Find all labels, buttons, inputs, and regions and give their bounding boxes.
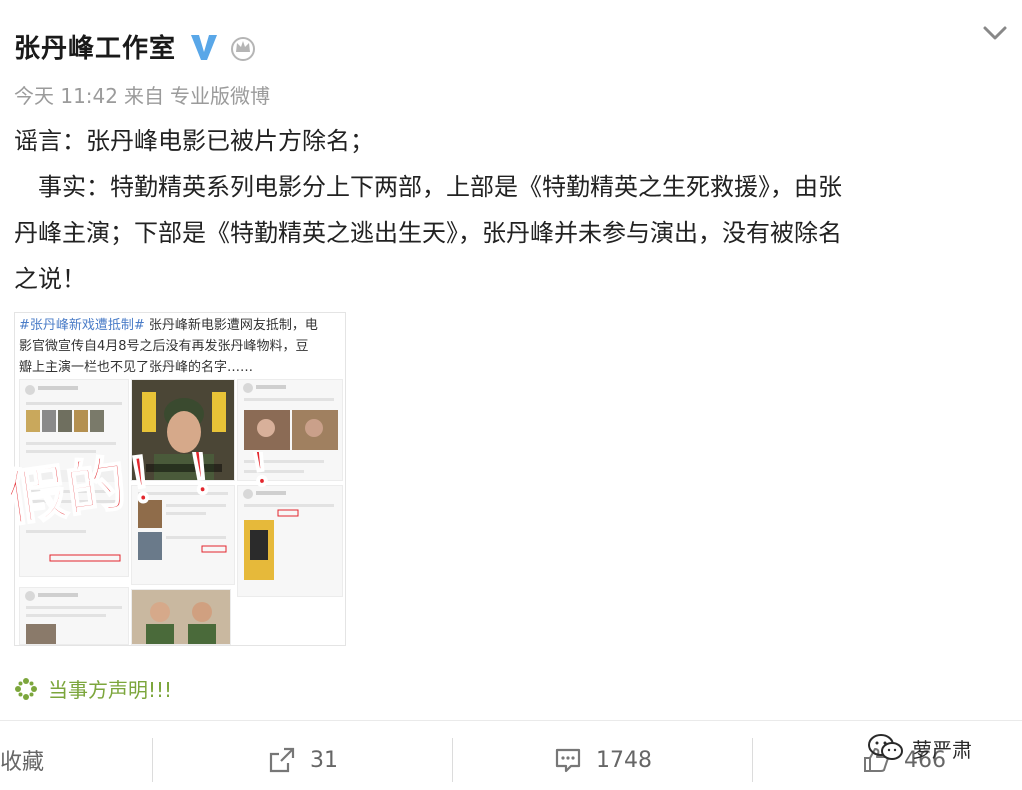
watermark-label: 萝严肃: [912, 737, 972, 762]
screenshot-thumb: [131, 589, 231, 645]
divider: [152, 738, 153, 782]
comment-count: 1748: [596, 747, 652, 773]
comment-icon: [555, 748, 581, 773]
content-line: 之说！: [14, 265, 86, 293]
post-header: 张丹峰工作室: [14, 28, 258, 65]
chevron-down-icon[interactable]: [980, 18, 1010, 48]
card-hashtag: #张丹峰新戏遭抵制#: [19, 318, 145, 333]
statement-link[interactable]: 当事方声明!!!: [14, 674, 172, 703]
screenshot-thumb: [131, 485, 235, 585]
post-meta: 今天 11:42 来自 专业版微博: [14, 80, 270, 109]
repost-icon: [269, 747, 295, 773]
screenshot-thumb: [237, 379, 343, 481]
divider: [452, 738, 453, 782]
post-source[interactable]: 专业版微博: [170, 80, 270, 109]
divider: [0, 720, 1022, 721]
content-line: 事实：特勤精英系列电影分上下两部，上部是《特勤精英之生死救援》，由张: [14, 173, 842, 201]
link-asterisk-icon: [15, 677, 37, 700]
card-caption: #张丹峰新戏遭抵制# 张丹峰新电影遭网友抵制，电 影官微宣传自4月8号之后没有再…: [19, 318, 318, 375]
screenshot-thumb: [19, 587, 129, 645]
verified-v-icon: [188, 31, 220, 63]
repost-button[interactable]: 31: [268, 730, 338, 790]
favorite-label: 收藏: [0, 750, 45, 775]
watermark: 萝严肃: [866, 732, 972, 764]
content-line: 丹峰主演；下部是《特勤精英之逃出生天》，张丹峰并未参与演出，没有被除名: [14, 219, 842, 247]
repost-count: 31: [310, 747, 338, 773]
screenshot-thumb: [131, 379, 235, 481]
screenshot-thumb: [19, 379, 129, 577]
statement-label: 当事方声明!!!: [48, 678, 173, 702]
comment-button[interactable]: 1748: [554, 730, 652, 790]
divider: [752, 738, 753, 782]
author-name[interactable]: 张丹峰工作室: [14, 28, 176, 65]
member-crown-icon[interactable]: [228, 32, 258, 62]
content-line: 谣言：张丹峰电影已被片方除名；: [14, 127, 374, 155]
post-time[interactable]: 今天 11:42: [14, 80, 118, 109]
attached-image[interactable]: #张丹峰新戏遭抵制# 张丹峰新电影遭网友抵制，电 影官微宣传自4月8号之后没有再…: [14, 312, 346, 646]
favorite-button[interactable]: 收藏: [0, 730, 44, 790]
from-label: 来自: [124, 84, 164, 108]
post-content: 谣言：张丹峰电影已被片方除名； 事实：特勤精英系列电影分上下两部，上部是《特勤精…: [14, 118, 1004, 302]
screenshot-thumb: [237, 485, 343, 597]
wechat-icon: [868, 734, 903, 760]
